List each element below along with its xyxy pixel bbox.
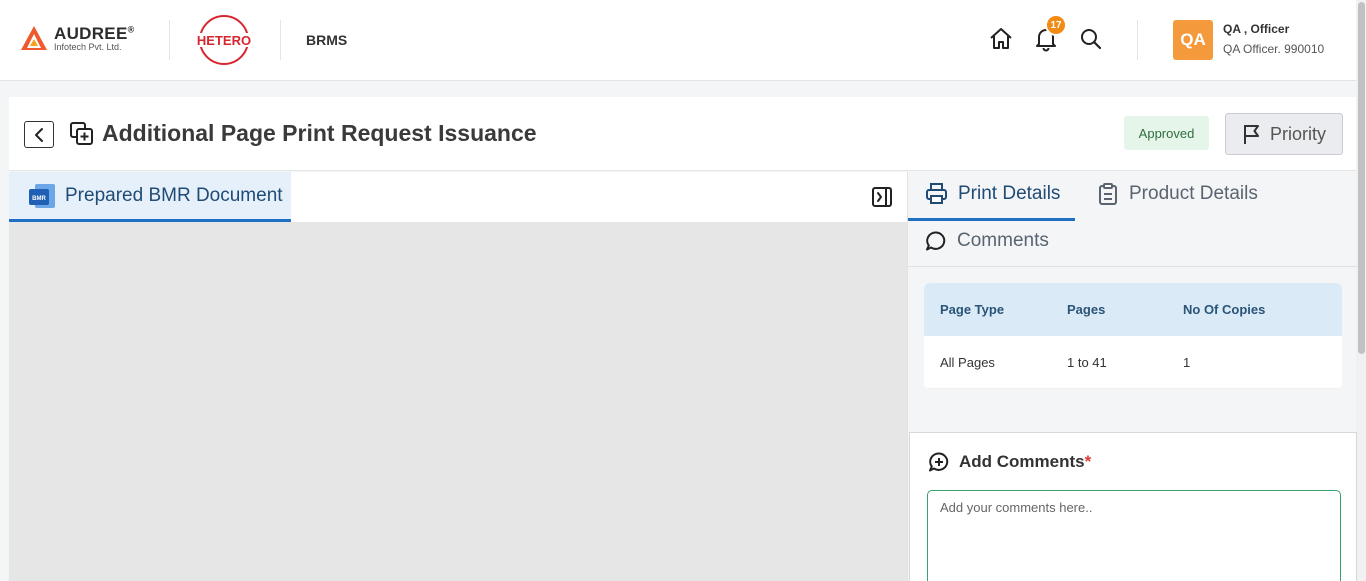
bmr-document-icon: BMR xyxy=(29,183,55,208)
cell-no-of-copies: 1 xyxy=(1183,354,1191,370)
chevron-left-icon xyxy=(35,127,43,142)
hetero-logo[interactable]: HETERO xyxy=(194,14,254,66)
priority-button[interactable]: Priority xyxy=(1225,113,1343,155)
tab-label: Comments xyxy=(957,230,1049,251)
comment-input[interactable] xyxy=(927,490,1341,581)
print-details-table: Page Type Pages No Of Copies All Pages 1… xyxy=(924,283,1342,389)
tab-product-details[interactable]: Product Details xyxy=(1097,182,1258,206)
page-title: Additional Page Print Request Issuance xyxy=(102,120,537,146)
tab-label: Prepared BMR Document xyxy=(65,184,283,206)
hetero-logo-text: HETERO xyxy=(197,33,251,48)
flag-icon xyxy=(1243,125,1259,144)
bmr-icon-text: BMR xyxy=(32,196,46,202)
scrollbar-thumb[interactable] xyxy=(1358,2,1365,354)
required-marker: * xyxy=(1084,452,1092,471)
top-navbar: AUDREE® Infotech Pvt. Ltd. HETERO BRMS 1… xyxy=(0,0,1356,81)
search-icon[interactable] xyxy=(1078,26,1104,52)
add-comments-section: Add Comments * xyxy=(909,432,1357,581)
back-button[interactable] xyxy=(24,121,54,148)
collapse-panel-icon[interactable] xyxy=(871,186,893,208)
divider xyxy=(169,20,170,60)
column-header-pages: Pages xyxy=(1067,302,1106,317)
active-tab-indicator xyxy=(908,218,1075,221)
notification-count-badge: 17 xyxy=(1045,14,1067,36)
home-icon[interactable] xyxy=(988,26,1014,52)
tab-label: Product Details xyxy=(1129,183,1258,204)
cell-page-type: All Pages xyxy=(940,354,995,370)
chat-bubble-icon xyxy=(926,231,946,251)
status-badge: Approved xyxy=(1124,116,1209,150)
audree-brand-text: AUDREE xyxy=(54,24,128,43)
add-comment-icon xyxy=(929,452,949,472)
divider xyxy=(908,266,1357,267)
document-tabbar: BMR Prepared BMR Document xyxy=(9,172,907,222)
audree-logo-icon xyxy=(21,26,47,50)
add-page-icon xyxy=(70,122,93,145)
add-comments-heading: Add Comments * xyxy=(928,451,1091,473)
audree-logo[interactable]: AUDREE® Infotech Pvt. Ltd. xyxy=(20,24,135,52)
divider xyxy=(280,20,281,60)
tab-print-details[interactable]: Print Details xyxy=(925,182,1060,205)
column-header-no-of-copies: No Of Copies xyxy=(1183,302,1266,317)
user-role: QA Officer. 990010 xyxy=(1223,42,1325,56)
user-avatar[interactable]: QA xyxy=(1173,20,1213,60)
clipboard-icon xyxy=(1099,183,1117,205)
divider xyxy=(1137,20,1138,60)
priority-label: Priority xyxy=(1269,123,1326,144)
cell-pages: 1 to 41 xyxy=(1067,354,1107,370)
printer-icon xyxy=(926,183,947,204)
table-row: All Pages 1 to 41 1 xyxy=(924,336,1342,389)
column-header-page-type: Page Type xyxy=(940,302,1005,317)
registered-mark: ® xyxy=(127,24,135,35)
tab-label: Print Details xyxy=(958,182,1061,204)
app-name: BRMS xyxy=(306,32,348,48)
table-header: Page Type Pages No Of Copies xyxy=(924,283,1342,336)
document-viewer[interactable] xyxy=(9,222,907,581)
add-comments-label: Add Comments xyxy=(959,452,1085,471)
page-header: Additional Page Print Request Issuance A… xyxy=(9,97,1356,171)
tab-comments[interactable]: Comments xyxy=(925,230,1049,252)
user-name[interactable]: QA , Officer xyxy=(1223,22,1289,36)
details-panel: Print Details Product Details Comments P… xyxy=(907,172,1357,581)
tab-prepared-bmr-document[interactable]: BMR Prepared BMR Document xyxy=(9,172,291,222)
